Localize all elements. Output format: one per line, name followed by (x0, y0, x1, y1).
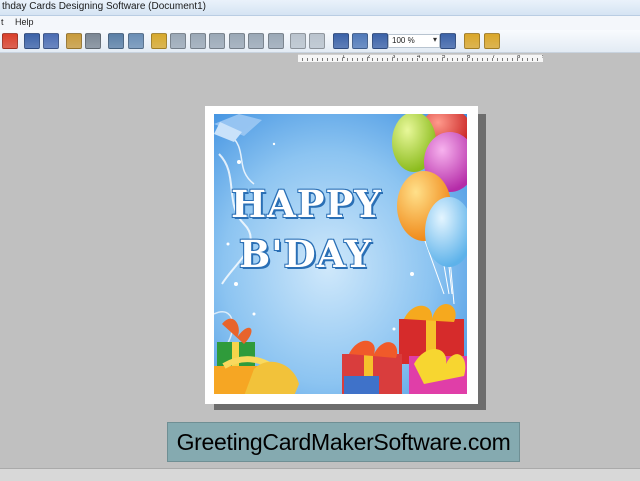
grid-snap-icon[interactable] (352, 33, 368, 49)
print-icon[interactable] (85, 33, 101, 49)
ruler-label: 6 (467, 54, 471, 60)
chevron-down-icon: ▾ (432, 35, 437, 44)
ruler-label: 5 (442, 54, 446, 60)
ruler-tick (512, 58, 513, 61)
window-title: thday Cards Designing Software (Document… (2, 1, 206, 12)
cut-icon[interactable] (229, 33, 245, 49)
ruler-tick (372, 58, 373, 61)
ruler-tick (422, 58, 423, 61)
ruler-tick (412, 58, 413, 61)
brand-banner: GreetingCardMakerSoftware.com (167, 422, 520, 462)
save-as-icon[interactable] (43, 33, 59, 49)
edit-icon[interactable] (66, 33, 82, 49)
ruler-tick (407, 58, 408, 61)
unlock-icon[interactable] (484, 33, 500, 49)
delete-icon[interactable] (268, 33, 284, 49)
ruler-tick (432, 58, 433, 61)
ruler-tick (537, 58, 538, 61)
ruler-label: 2 (367, 54, 371, 60)
open-folder-icon[interactable] (151, 33, 167, 49)
ruler-tick (497, 58, 498, 61)
ruler-tick (337, 58, 338, 61)
card-headline-1: HAPPY (231, 182, 382, 226)
ruler-tick (347, 58, 348, 61)
zoom-in-icon[interactable] (372, 33, 388, 49)
card-headline-2: B'DAY (239, 232, 372, 276)
redo-icon[interactable] (190, 33, 206, 49)
ruler-tick (507, 58, 508, 61)
ruler-tick (532, 58, 533, 61)
ruler-tick (457, 58, 458, 61)
ruler-label: 4 (417, 54, 421, 60)
grid-icon[interactable] (333, 33, 349, 49)
send-back-icon[interactable] (309, 33, 325, 49)
ruler-tick (312, 58, 313, 61)
ruler-tick (322, 58, 323, 61)
menu-bar: t Help (0, 16, 640, 31)
ruler-tick (502, 58, 503, 61)
ruler-tick (332, 58, 333, 61)
ruler-tick (487, 58, 488, 61)
ruler-tick (352, 58, 353, 61)
ruler-label: 8 (517, 54, 521, 60)
save-icon[interactable] (24, 33, 40, 49)
copy-icon[interactable] (209, 33, 225, 49)
ruler-label: 3 (392, 54, 396, 60)
database-export-icon[interactable] (128, 33, 144, 49)
ruler-label: 1 (342, 54, 346, 60)
title-bar: thday Cards Designing Software (Document… (0, 0, 640, 16)
lock-icon[interactable] (464, 33, 480, 49)
ruler-label: 7 (492, 54, 496, 60)
ruler-tick (522, 58, 523, 61)
ruler-tick (397, 58, 398, 61)
menu-item-partial[interactable]: t (1, 17, 4, 27)
ruler-tick (362, 58, 363, 61)
ruler-tick (462, 58, 463, 61)
ruler-tick (452, 58, 453, 61)
ruler-tick (327, 58, 328, 61)
zoom-value: 100 % (392, 36, 415, 45)
ruler-tick (357, 58, 358, 61)
ruler-tick (472, 58, 473, 61)
ruler-tick (317, 58, 318, 61)
undo-icon[interactable] (170, 33, 186, 49)
ruler-tick (387, 58, 388, 61)
zoom-out-icon[interactable] (440, 33, 456, 49)
ruler-tick (527, 58, 528, 61)
close-document-icon[interactable] (2, 33, 18, 49)
ruler-tick (307, 58, 308, 61)
ruler-tick (437, 58, 438, 61)
status-bar (0, 468, 640, 481)
toolbar: 100 % ▾ (0, 30, 640, 53)
card-artwork[interactable]: HAPPY B'DAY (214, 114, 467, 394)
ruler-tick (382, 58, 383, 61)
ruler-tick (427, 58, 428, 61)
database-icon[interactable] (108, 33, 124, 49)
ruler-tick (447, 58, 448, 61)
ruler-label: 9 (542, 55, 543, 60)
zoom-select[interactable]: 100 % ▾ (388, 34, 440, 48)
ruler-tick (302, 58, 303, 61)
brand-text: GreetingCardMakerSoftware.com (176, 429, 511, 455)
ruler-tick (377, 58, 378, 61)
ruler-tick (477, 58, 478, 61)
ruler-tick (402, 58, 403, 61)
ruler-tick (482, 58, 483, 61)
bring-front-icon[interactable] (290, 33, 306, 49)
menu-item-help[interactable]: Help (15, 17, 34, 27)
paste-icon[interactable] (248, 33, 264, 49)
